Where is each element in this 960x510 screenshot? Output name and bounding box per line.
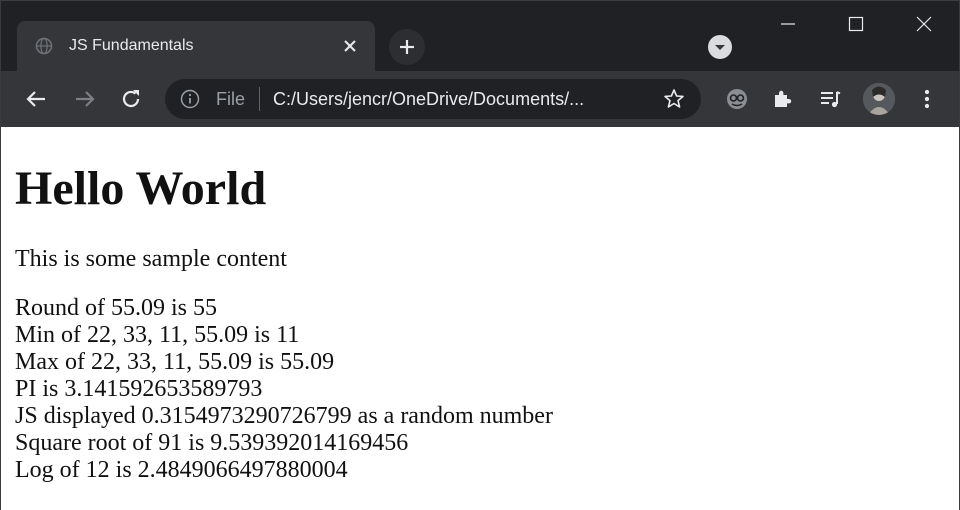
result-line: Round of 55.09 is 55 [15,295,218,321]
result-line: Log of 12 is 2.4849066497880004 [15,457,348,483]
close-icon [916,16,932,32]
globe-icon [35,37,53,55]
avatar[interactable] [863,83,895,115]
back-button[interactable] [22,85,50,113]
media-control-button[interactable] [816,85,844,113]
page-viewport: Hello World This is some sample content … [1,127,959,510]
media-queue-icon [821,91,841,108]
intro-text: This is some sample content [15,246,287,272]
reload-button[interactable] [117,85,145,113]
tab-search-button[interactable] [707,34,733,60]
minimize-icon [781,23,795,25]
info-icon[interactable] [180,89,200,109]
result-line: Min of 22, 33, 11, 55.09 is 11 [15,322,300,348]
chevron-down-icon [708,35,732,59]
browser-window: JS Fundamentals File C:/Users/jencr/OneD… [0,0,960,510]
extension-icon [727,89,747,109]
url-text[interactable]: C:/Users/jencr/OneDrive/Documents/... [273,89,643,109]
minimize-button[interactable] [765,1,811,47]
close-icon[interactable] [341,37,359,55]
tab-js-fundamentals[interactable]: JS Fundamentals [17,21,375,71]
extensions-menu-button[interactable] [769,85,797,113]
browser-menu-button[interactable] [913,85,941,113]
new-tab-button[interactable] [389,29,425,65]
arrow-right-icon [76,91,95,107]
star-icon[interactable] [663,88,685,110]
results-list: Round of 55.09 is 55 Min of 22, 33, 11, … [15,295,553,484]
omnibox-divider [259,87,260,111]
address-bar[interactable]: File C:/Users/jencr/OneDrive/Documents/.… [165,79,701,119]
reload-icon [122,90,140,108]
result-line: Max of 22, 33, 11, 55.09 is 55.09 [15,349,335,375]
browser-toolbar: File C:/Users/jencr/OneDrive/Documents/.… [1,71,959,127]
maximize-icon [848,16,864,32]
tab-strip: JS Fundamentals [1,1,959,71]
plus-icon [400,40,414,54]
result-line: JS displayed 0.3154973290726799 as a ran… [15,403,553,429]
extension-button[interactable] [723,85,751,113]
page-heading: Hello World [15,162,267,215]
puzzle-icon [775,90,792,107]
kebab-menu-icon [924,89,930,109]
result-line: PI is 3.141592653589793 [15,376,263,402]
window-close-button[interactable] [901,1,947,47]
forward-button[interactable] [71,85,99,113]
tab-title: JS Fundamentals [69,37,194,54]
result-line: Square root of 91 is 9.539392014169456 [15,430,409,456]
arrow-left-icon [26,91,45,107]
maximize-button[interactable] [833,1,879,47]
site-scheme-label: File [216,89,246,109]
